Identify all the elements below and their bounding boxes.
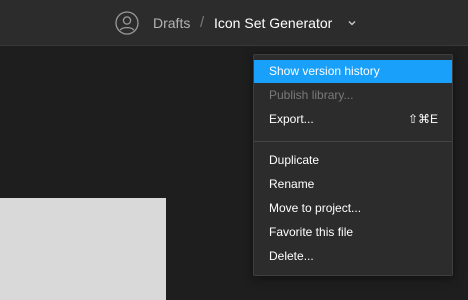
user-circle-icon[interactable] [115,11,139,35]
menu-item-label: Delete... [269,249,314,263]
menu-item-label: Favorite this file [269,225,354,239]
menu-item-label: Duplicate [269,153,320,167]
menu-item-label: Rename [269,177,315,191]
menu-item-favorite-file[interactable]: Favorite this file [254,221,452,244]
breadcrumb-drafts[interactable]: Drafts [153,14,190,32]
menu-divider [254,141,452,142]
menu-item-label: Show version history [269,64,380,78]
export-shortcut: ⇧⌘E [407,112,438,126]
menu-item-label: Publish library... [269,88,354,102]
menu-item-duplicate[interactable]: Duplicate [254,149,452,172]
menu-item-rename[interactable]: Rename [254,173,452,196]
menu-item-move-to-project[interactable]: Move to project... [254,197,452,220]
menu-item-export[interactable]: Export... ⇧⌘E [254,108,452,131]
top-toolbar: Drafts / Icon Set Generator [0,0,468,46]
menu-item-show-version-history[interactable]: Show version history [254,60,452,83]
menu-item-delete[interactable]: Delete... [254,245,452,268]
file-dropdown-menu: Show version history Publish library... … [253,54,453,276]
file-name-title[interactable]: Icon Set Generator [214,14,332,32]
menu-item-label: Move to project... [269,201,362,215]
canvas-frame[interactable] [0,198,166,300]
menu-item-label: Export... [269,112,314,126]
breadcrumb-separator: / [200,14,205,31]
chevron-down-icon[interactable] [347,19,357,27]
menu-item-publish-library: Publish library... [254,84,452,107]
